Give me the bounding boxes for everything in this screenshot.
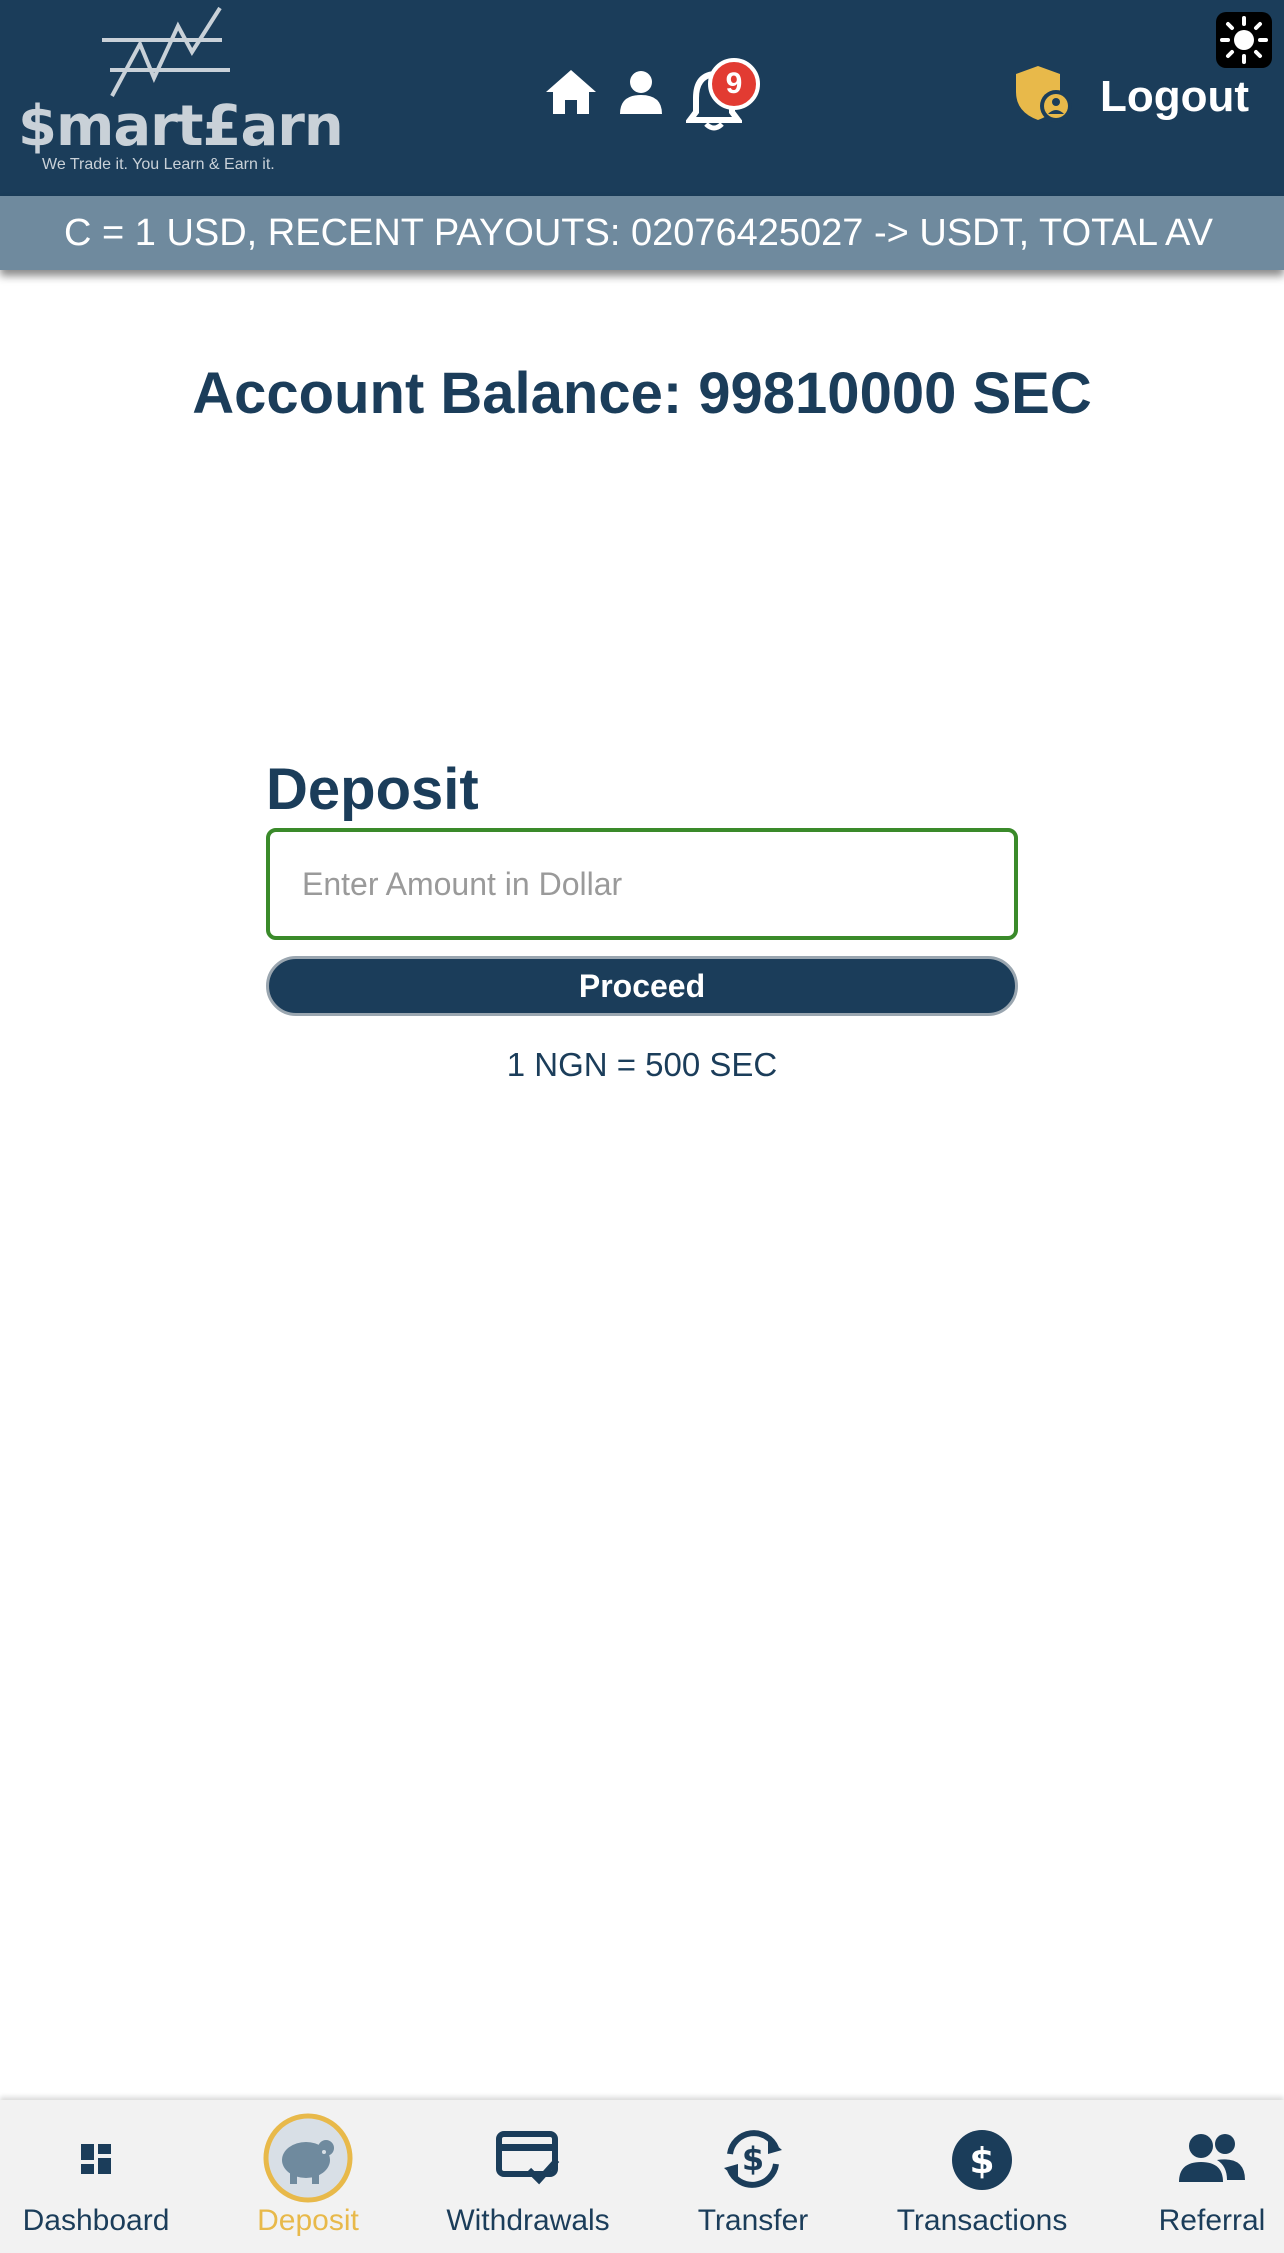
bottom-nav: Dashboard Deposit Withdrawals $ Transfer — [0, 2100, 1284, 2253]
nav-label-transfer: Transfer — [697, 2204, 809, 2237]
piggy-bank-icon — [263, 2113, 353, 2203]
svg-text:$: $ — [969, 2141, 994, 2182]
user-icon[interactable] — [618, 70, 664, 116]
home-icon[interactable] — [544, 68, 598, 116]
nav-label-referral: Referral — [1158, 2204, 1266, 2237]
top-header: $mart£arn We Trade it. You Learn & Earn … — [0, 0, 1284, 196]
nav-item-referral[interactable]: Referral — [1140, 2100, 1284, 2253]
logo-tagline: We Trade it. You Learn & Earn it. — [42, 156, 275, 173]
nav-item-withdrawals[interactable]: Withdrawals — [432, 2100, 624, 2253]
shield-user-icon — [1016, 66, 1072, 122]
nav-item-deposit[interactable]: Deposit — [222, 2100, 394, 2253]
dashboard-icon — [81, 2144, 111, 2174]
users-icon — [1179, 2134, 1245, 2182]
nav-label-transactions: Transactions — [896, 2204, 1068, 2237]
proceed-button[interactable]: Proceed — [266, 956, 1018, 1016]
logout-label: Logout — [1100, 72, 1250, 121]
exchange-dollar-icon: $ — [724, 2130, 782, 2188]
nav-item-transfer[interactable]: $ Transfer — [672, 2100, 834, 2253]
logo-text: $mart£arn — [18, 94, 344, 159]
exchange-rate: 1 NGN = 500 SEC — [506, 1046, 778, 1083]
announcement-ticker: C = 1 USD, RECENT PAYOUTS: 02076425027 -… — [0, 196, 1284, 270]
deposit-title: Deposit — [266, 757, 479, 822]
nav-label-withdrawals: Withdrawals — [446, 2204, 610, 2237]
nav-label-deposit: Deposit — [257, 2204, 359, 2237]
nav-item-transactions[interactable]: $ Transactions — [880, 2100, 1084, 2253]
svg-text:$: $ — [742, 2140, 764, 2178]
dollar-circle-icon: $ — [952, 2130, 1012, 2190]
smartearn-logo[interactable]: $mart£arn We Trade it. You Learn & Earn … — [18, 4, 344, 176]
ticker-text: C = 1 USD, RECENT PAYOUTS: 02076425027 -… — [64, 212, 1213, 254]
amount-input[interactable] — [266, 828, 1018, 940]
card-check-icon — [496, 2131, 560, 2185]
account-balance: Account Balance: 99810000 SEC — [192, 361, 1092, 426]
sun-icon — [1220, 16, 1268, 64]
notification-badge: 9 — [708, 58, 760, 110]
theme-toggle[interactable] — [1216, 12, 1272, 68]
nav-item-dashboard[interactable]: Dashboard — [0, 2100, 192, 2253]
nav-label-dashboard: Dashboard — [22, 2204, 170, 2237]
